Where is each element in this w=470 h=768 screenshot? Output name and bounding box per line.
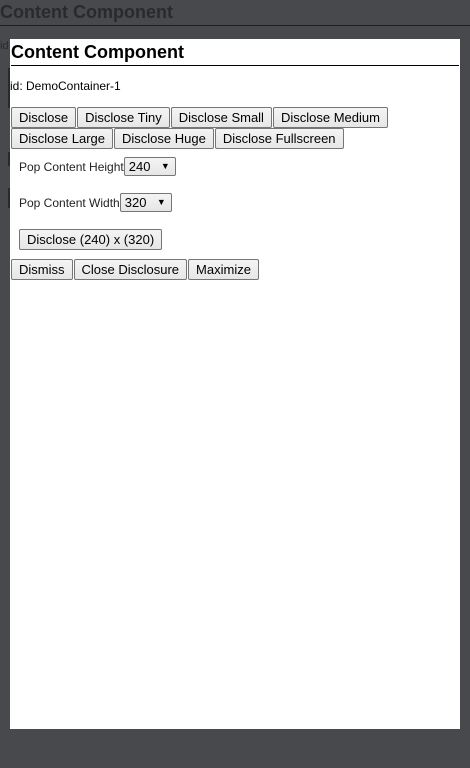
component-id: id: DemoContainer-1 xyxy=(10,79,121,93)
chevron-down-icon: ▼ xyxy=(160,161,170,171)
pop-content-height-field: Pop Content Height 240 ▼ xyxy=(19,157,176,176)
background-page-title: Content Component xyxy=(0,2,173,22)
title-divider xyxy=(11,65,459,66)
disclose-fullscreen-button[interactable]: Disclose Fullscreen xyxy=(214,128,344,149)
background-id-fragment: id xyxy=(0,40,9,52)
maximize-button[interactable]: Maximize xyxy=(188,259,259,280)
pop-content-width-select[interactable]: 320 ▼ xyxy=(119,193,172,212)
disclose-button[interactable]: Disclose xyxy=(11,107,77,128)
disclose-medium-button[interactable]: Disclose Medium xyxy=(272,107,388,128)
pop-content-width-field: Pop Content Width 320 ▼ xyxy=(19,193,172,212)
disclose-small-button[interactable]: Disclose Small xyxy=(170,107,272,128)
chevron-down-icon: ▼ xyxy=(156,197,166,207)
pop-content-height-label: Pop Content Height xyxy=(19,159,124,174)
pop-content-height-select[interactable]: 240 ▼ xyxy=(123,157,176,176)
disclose-large-button[interactable]: Disclose Large xyxy=(11,128,113,149)
custom-disclose-row: Disclose (240) x (320) xyxy=(19,229,163,250)
pop-content-width-label: Pop Content Width xyxy=(19,195,120,210)
pop-content-height-value: 240 xyxy=(128,159,151,174)
disclose-tiny-button[interactable]: Disclose Tiny xyxy=(77,107,170,128)
dismiss-button[interactable]: Dismiss xyxy=(11,259,73,280)
disclose-button-row-2: Disclose Large Disclose Huge Disclose Fu… xyxy=(11,128,344,149)
disclose-huge-button[interactable]: Disclose Huge xyxy=(114,128,214,149)
pop-content-width-value: 320 xyxy=(124,195,147,210)
disclosure-control-row: Dismiss Close Disclosure Maximize xyxy=(11,259,259,280)
disclose-custom-size-button[interactable]: Disclose (240) x (320) xyxy=(19,229,163,250)
disclose-button-row-1: Disclose Disclose Tiny Disclose Small Di… xyxy=(11,107,388,128)
content-component-panel: Content Component id: DemoContainer-1 Di… xyxy=(10,39,460,729)
close-disclosure-button[interactable]: Close Disclosure xyxy=(73,259,188,280)
panel-title: Content Component xyxy=(11,42,184,62)
background-divider xyxy=(0,25,470,26)
